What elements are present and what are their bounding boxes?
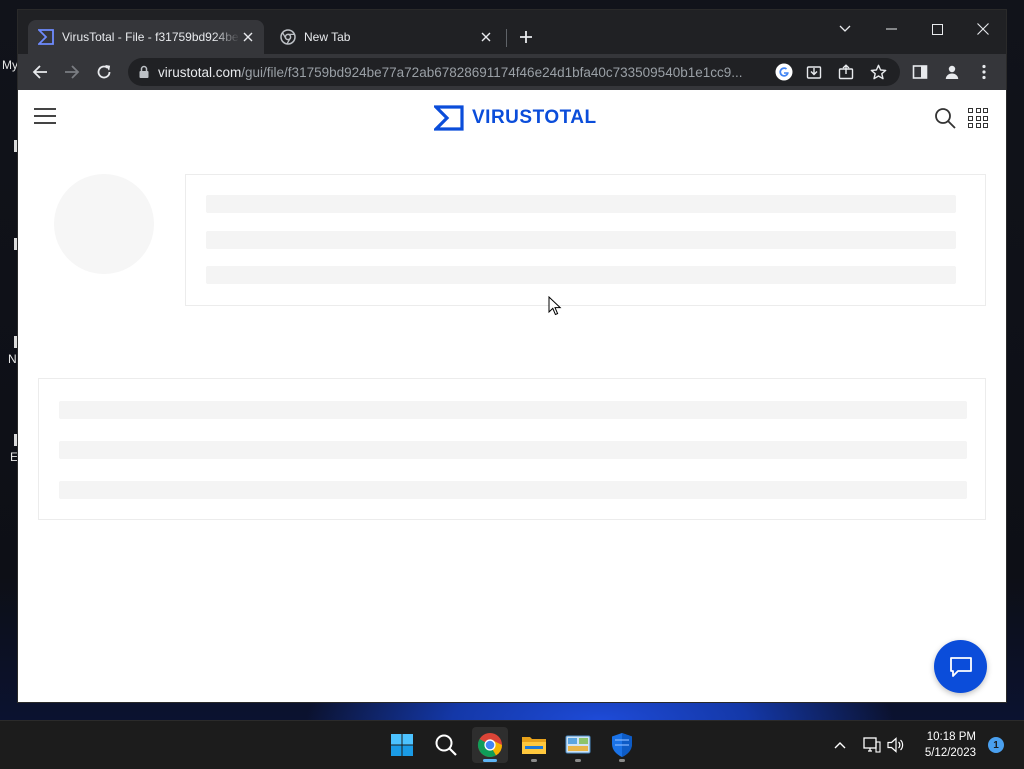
search-icon bbox=[435, 734, 457, 756]
share-icon[interactable] bbox=[836, 62, 856, 82]
skeleton-card-summary bbox=[185, 174, 986, 306]
show-hidden-icons-button[interactable] bbox=[830, 735, 850, 755]
chrome-icon bbox=[477, 733, 502, 758]
skeleton-line bbox=[206, 266, 956, 284]
side-panel-icon bbox=[912, 65, 928, 79]
close-tab-icon[interactable] bbox=[478, 29, 494, 45]
star-icon[interactable] bbox=[868, 62, 888, 82]
network-icon bbox=[863, 737, 881, 753]
clock-time: 10:18 PM bbox=[926, 731, 976, 743]
skeleton-card-details bbox=[38, 378, 986, 520]
skeleton-line bbox=[59, 441, 967, 459]
chat-button[interactable] bbox=[934, 640, 987, 693]
start-icon bbox=[391, 734, 413, 756]
taskbar-chrome[interactable] bbox=[472, 727, 508, 763]
virustotal-logo[interactable]: VIRUSTOTAL bbox=[434, 104, 597, 132]
profile-icon bbox=[945, 65, 959, 79]
tab-virustotal[interactable]: VirusTotal - File - f31759bd924be77a72ab… bbox=[28, 20, 264, 54]
chrome-logo-icon bbox=[280, 29, 296, 45]
virustotal-mark-icon bbox=[434, 105, 464, 131]
taskbar-control-panel[interactable] bbox=[560, 727, 596, 763]
desktop-icon-label[interactable]: E bbox=[10, 450, 18, 464]
taskbar: 10:18 PM 5/12/2023 1 bbox=[0, 720, 1024, 769]
skeleton-line bbox=[59, 401, 967, 419]
tab-strip: VirusTotal - File - f31759bd924be77a72ab… bbox=[18, 10, 1006, 54]
mouse-cursor-icon bbox=[548, 296, 562, 316]
desktop-icon-label[interactable]: N bbox=[8, 352, 17, 366]
apps-grid-icon[interactable] bbox=[968, 108, 988, 128]
control-panel-icon bbox=[565, 735, 591, 754]
start-button[interactable] bbox=[384, 727, 420, 763]
reload-button[interactable] bbox=[92, 60, 116, 84]
hamburger-menu-icon[interactable] bbox=[34, 108, 56, 126]
browser-window: VirusTotal - File - f31759bd924be77a72ab… bbox=[18, 10, 1006, 702]
url-host: virustotal.com bbox=[158, 64, 242, 80]
close-window-button[interactable] bbox=[960, 14, 1006, 44]
skeleton-line bbox=[206, 231, 956, 249]
minimize-button[interactable] bbox=[868, 14, 914, 44]
network-button[interactable] bbox=[862, 735, 882, 755]
lock-icon[interactable] bbox=[138, 65, 150, 79]
back-icon bbox=[32, 65, 47, 79]
maximize-icon bbox=[931, 23, 943, 35]
skeleton-line bbox=[59, 481, 967, 499]
google-icon[interactable] bbox=[774, 62, 794, 82]
tab-title: VirusTotal - File - f31759bd924be77a72ab… bbox=[62, 30, 240, 44]
chat-bubble-icon bbox=[949, 656, 972, 677]
back-button[interactable] bbox=[28, 60, 52, 84]
new-tab-button[interactable] bbox=[515, 26, 537, 48]
close-icon bbox=[977, 23, 989, 35]
install-icon[interactable] bbox=[804, 62, 824, 82]
desktop-icon-label[interactable]: My bbox=[2, 58, 18, 72]
forward-button[interactable] bbox=[60, 60, 84, 84]
taskbar-windows-security[interactable] bbox=[604, 727, 640, 763]
profile-button[interactable] bbox=[940, 60, 964, 84]
forward-icon bbox=[65, 65, 80, 79]
close-tab-icon[interactable] bbox=[240, 29, 256, 45]
reload-icon bbox=[97, 65, 111, 79]
plus-icon bbox=[520, 31, 532, 43]
tab-title: New Tab bbox=[304, 30, 351, 44]
tab-search-button[interactable] bbox=[822, 14, 868, 44]
url-path: /gui/file/f31759bd924be77a72ab6782869117… bbox=[241, 64, 743, 80]
taskbar-clock[interactable]: 10:18 PM 5/12/2023 bbox=[914, 729, 976, 761]
address-bar[interactable]: virustotal.com/gui/file/f31759bd924be77a… bbox=[128, 58, 900, 86]
taskbar-search-button[interactable] bbox=[428, 727, 464, 763]
notification-badge[interactable]: 1 bbox=[988, 737, 1004, 753]
skeleton-line bbox=[206, 195, 956, 213]
page-viewport: VIRUSTOTAL bbox=[18, 90, 1006, 702]
windows-security-icon bbox=[612, 733, 632, 757]
logo-text: VIRUSTOTAL bbox=[472, 107, 597, 128]
volume-icon bbox=[887, 737, 904, 753]
taskbar-file-explorer[interactable] bbox=[516, 727, 552, 763]
search-icon[interactable] bbox=[934, 107, 956, 129]
side-panel-button[interactable] bbox=[908, 60, 932, 84]
chevron-up-icon bbox=[834, 742, 846, 749]
file-explorer-icon bbox=[522, 737, 546, 754]
clock-date: 5/12/2023 bbox=[924, 747, 976, 759]
tab-separator bbox=[506, 29, 507, 47]
tab-new-tab[interactable]: New Tab bbox=[270, 20, 502, 54]
menu-icon bbox=[982, 64, 986, 80]
maximize-button[interactable] bbox=[914, 14, 960, 44]
browser-menu-button[interactable] bbox=[972, 60, 996, 84]
volume-button[interactable] bbox=[886, 735, 906, 755]
skeleton-avatar bbox=[54, 174, 154, 274]
browser-toolbar: virustotal.com/gui/file/f31759bd924be77a… bbox=[18, 54, 1006, 90]
minimize-icon bbox=[885, 28, 897, 30]
virustotal-logo-icon bbox=[38, 29, 54, 45]
chevron-down-icon bbox=[839, 25, 851, 32]
url-text[interactable]: virustotal.com/gui/file/f31759bd924be77a… bbox=[158, 65, 758, 80]
